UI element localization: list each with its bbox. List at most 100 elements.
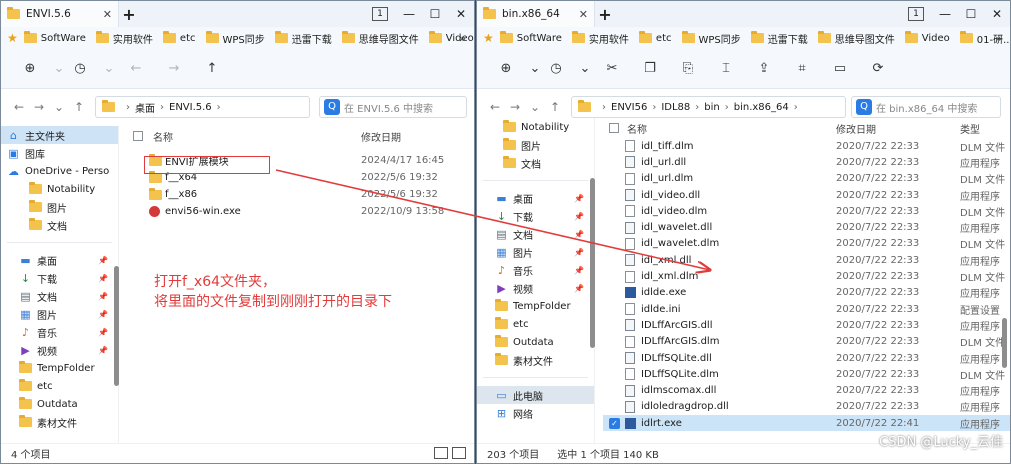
favorite-item[interactable]: etc [162, 31, 196, 44]
new-item-button[interactable]: ⊕ [17, 56, 43, 82]
table-row[interactable]: idlde.exe 2020/7/22 22:33 应用程序 [603, 285, 1010, 301]
favorite-item[interactable]: 01-研... [959, 31, 1010, 46]
table-row[interactable]: idl_video.dlm 2020/7/22 22:33 DLM 文件 [603, 203, 1010, 219]
sidebar-item[interactable]: ⊞ 网络 [477, 404, 594, 422]
sidebar-item[interactable]: etc [1, 377, 118, 395]
favorite-item[interactable]: Video [428, 31, 474, 44]
search-input[interactable]: Q 在 bin.x86_64 中搜索 [851, 96, 1001, 118]
table-row[interactable]: idl_wavelet.dll 2020/7/22 22:33 应用程序 [603, 219, 1010, 235]
minimize-button[interactable]: — [396, 7, 422, 21]
up-icon[interactable]: ↑ [71, 100, 87, 114]
sidebar-item[interactable]: TempFolder [477, 297, 594, 315]
favorite-item[interactable]: 迅雷下载 [274, 31, 332, 46]
forward-icon[interactable]: → [507, 100, 523, 114]
table-row[interactable]: IDLffArcGIS.dll 2020/7/22 22:33 应用程序 [603, 317, 1010, 333]
sidebar-item[interactable]: Notability [1, 180, 118, 198]
recent-icon[interactable]: ◷ [543, 56, 569, 82]
sidebar-item[interactable]: ▦ 图片 📌 [477, 243, 594, 261]
table-row[interactable]: ✓ idlrt.exe 2020/7/22 22:41 应用程序 [603, 415, 1010, 432]
favorite-item[interactable]: 思维导图文件 [341, 31, 419, 46]
sidebar-item[interactable]: ▬ 桌面 📌 [477, 189, 594, 207]
sidebar-item[interactable]: ▤ 文档 📌 [477, 225, 594, 243]
breadcrumb-item[interactable]: ENVI.5.6 [169, 102, 212, 113]
tab-count-badge[interactable]: 1 [372, 7, 388, 21]
favorite-item[interactable]: etc [638, 31, 672, 44]
new-tab-button[interactable]: + [595, 5, 615, 24]
address-bar[interactable]: › ENVI56 › IDL88 › bin › bin.x86_64 › [571, 96, 846, 118]
rename-icon[interactable]: ⌶ [713, 56, 739, 82]
sidebar-item[interactable]: ♪ 音乐 📌 [477, 261, 594, 279]
sidebar-item[interactable]: 素材文件 [1, 413, 118, 431]
sidebar-item[interactable]: ▶ 视频 📌 [477, 279, 594, 297]
tiles-view-icon[interactable] [452, 447, 466, 459]
chevron-down-icon[interactable]: ⌄ [51, 100, 67, 114]
table-row[interactable]: envi56-win.exe 2022/10/9 13:58 [127, 203, 474, 220]
favorite-item[interactable]: WPS同步 [205, 31, 265, 46]
checkbox-icon[interactable] [133, 131, 143, 141]
sidebar-item[interactable]: ▦ 图片 📌 [1, 305, 118, 323]
table-row[interactable]: idlde.ini 2020/7/22 22:33 配置设置 [603, 301, 1010, 317]
sidebar-item[interactable]: ⌂ 主文件夹 [1, 126, 118, 144]
favorite-item[interactable]: SoftWare [499, 31, 562, 44]
favorite-item[interactable]: WPS同步 [681, 31, 741, 46]
sidebar-item[interactable]: 图片 [477, 136, 594, 154]
close-button[interactable]: ✕ [984, 7, 1010, 21]
paste-icon[interactable]: ⎘ [675, 56, 701, 82]
sidebar-scrollbar[interactable] [114, 266, 119, 386]
column-date[interactable]: 修改日期 [361, 129, 401, 144]
sidebar-item[interactable]: 素材文件 [477, 351, 594, 369]
breadcrumb-item[interactable]: 桌面 [135, 100, 155, 115]
table-row[interactable]: idl_xml.dlm 2020/7/22 22:33 DLM 文件 [603, 268, 1010, 284]
up-arrow-icon[interactable]: ↑ [199, 56, 225, 82]
sidebar-item[interactable]: ↓ 下载 📌 [477, 207, 594, 225]
back-arrow-icon[interactable]: ← [123, 56, 149, 82]
column-date[interactable]: 修改日期 [836, 121, 876, 136]
new-item-button[interactable]: ⊕ [493, 56, 519, 82]
sidebar-item[interactable]: etc [477, 315, 594, 333]
delete-icon[interactable]: ▭ [827, 56, 853, 82]
sidebar-item[interactable]: Notability [477, 118, 594, 136]
column-name[interactable]: 名称 [627, 121, 647, 136]
table-row[interactable]: idl_wavelet.dlm 2020/7/22 22:33 DLM 文件 [603, 236, 1010, 252]
sidebar-item[interactable]: 图片 [1, 198, 118, 216]
sidebar-item[interactable]: ▬ 桌面 📌 [1, 251, 118, 269]
favorite-item[interactable]: 迅雷下载 [750, 31, 808, 46]
close-tab-icon[interactable]: ✕ [579, 8, 588, 21]
sidebar-item[interactable]: ☁ OneDrive - Perso [1, 162, 118, 180]
sidebar-item[interactable]: ♪ 音乐 📌 [1, 323, 118, 341]
column-type[interactable]: 类型 [960, 121, 980, 136]
sidebar-item[interactable]: Outdata [1, 395, 118, 413]
table-row[interactable]: idl_url.dlm 2020/7/22 22:33 DLM 文件 [603, 171, 1010, 187]
favorite-item[interactable]: SoftWare [23, 31, 86, 44]
details-view-icon[interactable] [434, 447, 448, 459]
recent-icon[interactable]: ◷ [67, 56, 93, 82]
forward-arrow-icon[interactable]: → [161, 56, 187, 82]
sidebar-scrollbar[interactable] [590, 178, 595, 348]
breadcrumb-item[interactable]: bin.x86_64 [734, 102, 789, 113]
tab-bin-x86-64[interactable]: bin.x86_64 ✕ [477, 1, 595, 27]
chevron-down-icon[interactable]: ⌄ [527, 100, 543, 114]
breadcrumb-item[interactable]: IDL88 [661, 102, 690, 113]
breadcrumb-item[interactable]: bin [704, 102, 719, 113]
tab-envi56[interactable]: ENVI.5.6 ✕ [1, 1, 119, 27]
table-row[interactable]: IDLffSQLite.dlm 2020/7/22 22:33 DLM 文件 [603, 366, 1010, 382]
table-row[interactable]: idl_video.dll 2020/7/22 22:33 应用程序 [603, 187, 1010, 203]
sidebar-item[interactable]: Outdata [477, 333, 594, 351]
close-button[interactable]: ✕ [448, 7, 474, 21]
favorite-item[interactable]: 思维导图文件 [817, 31, 895, 46]
maximize-button[interactable]: ☐ [958, 7, 984, 21]
forward-icon[interactable]: → [31, 100, 47, 114]
sidebar-item[interactable]: ↓ 下载 📌 [1, 269, 118, 287]
checkbox-checked-icon[interactable]: ✓ [609, 417, 620, 429]
address-bar[interactable]: › 桌面 › ENVI.5.6 › [95, 96, 310, 118]
up-icon[interactable]: ↑ [547, 100, 563, 114]
table-row[interactable]: idlmscomax.dll 2020/7/22 22:33 应用程序 [603, 382, 1010, 398]
copy-icon[interactable]: ❐ [637, 56, 663, 82]
minimize-button[interactable]: — [932, 7, 958, 21]
maximize-button[interactable]: ☐ [422, 7, 448, 21]
column-name[interactable]: 名称 [153, 129, 173, 144]
sidebar-item[interactable]: ▤ 文档 📌 [1, 287, 118, 305]
table-row[interactable]: idl_url.dll 2020/7/22 22:33 应用程序 [603, 154, 1010, 170]
favorite-item[interactable]: Video [904, 31, 950, 44]
table-row[interactable]: idl_xml.dll 2020/7/22 22:33 应用程序 [603, 252, 1010, 268]
